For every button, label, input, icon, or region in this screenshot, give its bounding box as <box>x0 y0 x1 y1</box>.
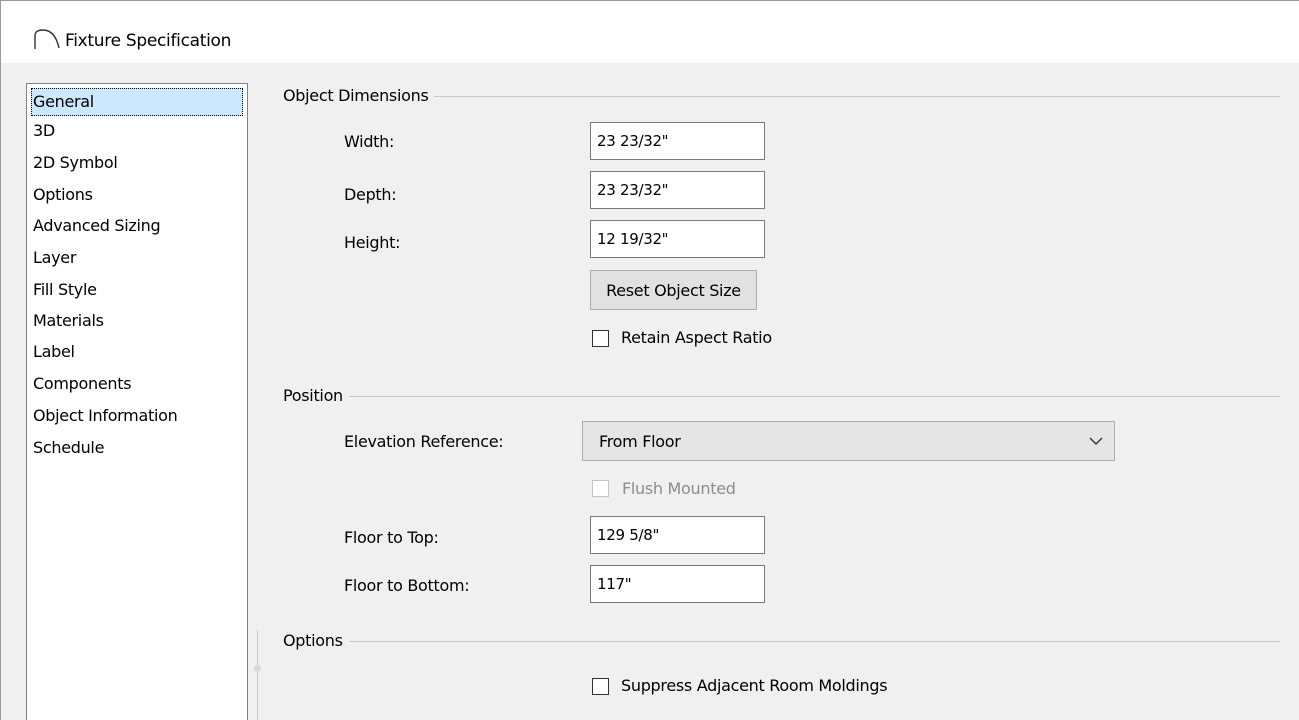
group-title-position: Position <box>283 386 349 405</box>
chevron-down-icon <box>1089 437 1103 445</box>
nav-item-schedule[interactable]: Schedule <box>33 434 104 462</box>
floor-to-bottom-label: Floor to Bottom: <box>344 576 470 595</box>
suppress-moldings-label[interactable]: Suppress Adjacent Room Moldings <box>621 676 888 695</box>
depth-input[interactable] <box>590 171 765 209</box>
category-list[interactable]: General 3D 2D Symbol Options Advanced Si… <box>26 83 248 720</box>
group-divider <box>283 641 1280 642</box>
elevation-reference-dropdown[interactable]: From Floor <box>582 421 1115 461</box>
retain-aspect-ratio-checkbox[interactable] <box>592 330 609 347</box>
height-label: Height: <box>344 233 401 252</box>
floor-to-top-label: Floor to Top: <box>344 528 439 547</box>
elevation-reference-value: From Floor <box>599 432 681 451</box>
flush-mounted-label: Flush Mounted <box>622 479 736 498</box>
nav-item-layer[interactable]: Layer <box>33 244 76 272</box>
flush-mounted-checkbox[interactable] <box>592 480 609 497</box>
group-divider <box>283 396 1280 397</box>
panel-splitter[interactable] <box>257 630 258 720</box>
nav-item-object-information[interactable]: Object Information <box>33 402 178 430</box>
nav-item-components[interactable]: Components <box>33 370 132 398</box>
width-input[interactable] <box>590 122 765 160</box>
arc-icon <box>34 29 60 49</box>
floor-to-bottom-input[interactable] <box>590 565 765 603</box>
group-title-options: Options <box>283 631 349 650</box>
nav-item-label[interactable]: Label <box>33 338 75 366</box>
elevation-reference-label: Elevation Reference: <box>344 432 504 451</box>
nav-item-general[interactable]: General <box>31 88 243 116</box>
width-label: Width: <box>344 132 395 151</box>
window-title: Fixture Specification <box>65 31 232 51</box>
nav-item-options[interactable]: Options <box>33 181 93 209</box>
splitter-handle-icon[interactable] <box>254 665 261 672</box>
nav-item-2d-symbol[interactable]: 2D Symbol <box>33 149 118 177</box>
retain-aspect-ratio-label[interactable]: Retain Aspect Ratio <box>621 328 772 347</box>
depth-label: Depth: <box>344 185 397 204</box>
nav-item-advanced-sizing[interactable]: Advanced Sizing <box>33 212 161 240</box>
reset-object-size-button[interactable]: Reset Object Size <box>590 270 757 310</box>
group-title-object-dimensions: Object Dimensions <box>283 86 435 105</box>
height-input[interactable] <box>590 220 765 258</box>
window-border <box>0 63 1 720</box>
nav-item-fill-style[interactable]: Fill Style <box>33 276 97 304</box>
title-bar: Fixture Specification <box>0 0 1299 63</box>
floor-to-top-input[interactable] <box>590 516 765 554</box>
nav-item-3d[interactable]: 3D <box>33 117 55 145</box>
nav-item-materials[interactable]: Materials <box>33 307 104 335</box>
suppress-moldings-checkbox[interactable] <box>592 678 609 695</box>
